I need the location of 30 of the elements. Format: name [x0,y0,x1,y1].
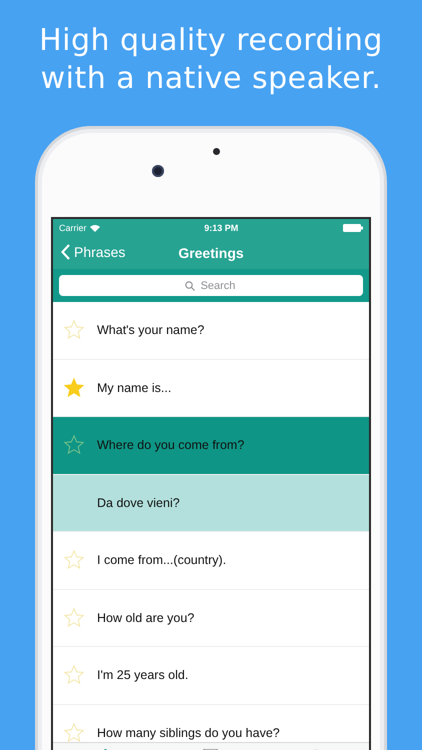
camera-icon [152,165,164,177]
phrase-text: What's your name? [97,323,204,338]
phrase-text: How many siblings do you have? [97,726,280,740]
chevron-icon [61,244,70,260]
star-icon[interactable] [63,376,85,399]
wifi-icon [90,224,100,232]
nav-title: Greetings [178,244,244,260]
headline: High quality recording with a native speaker. [38,22,384,98]
speaker-icon [213,148,220,155]
phrase-row[interactable]: My name is... [53,360,369,417]
phrase-text: I come from...(country). [97,553,226,568]
star-icon[interactable] [63,722,85,742]
search-field[interactable]: Search [59,275,363,296]
status-time: 9:13 PM [204,222,238,232]
carrier-label: Carrier [59,222,87,232]
star-icon[interactable] [63,549,85,572]
phrase-row[interactable]: How many siblings do you have? [53,704,369,742]
translation-text: Da dove vieni? [97,496,180,510]
phrase-text: How old are you? [97,610,194,625]
star-icon[interactable] [63,606,85,629]
phrase-row[interactable]: How old are you? [53,590,369,647]
phrase-text: Where do you come from? [97,438,244,452]
phrase-text: My name is... [97,380,172,395]
phrase-text: I'm 25 years old. [97,668,188,682]
star-icon[interactable] [63,319,85,342]
phrase-row[interactable]: Where do you come from? [53,417,369,474]
star-icon[interactable] [63,664,85,686]
battery-icon [343,224,363,232]
star-icon[interactable] [63,434,85,456]
translation-row[interactable]: Da dove vieni? [53,474,369,532]
